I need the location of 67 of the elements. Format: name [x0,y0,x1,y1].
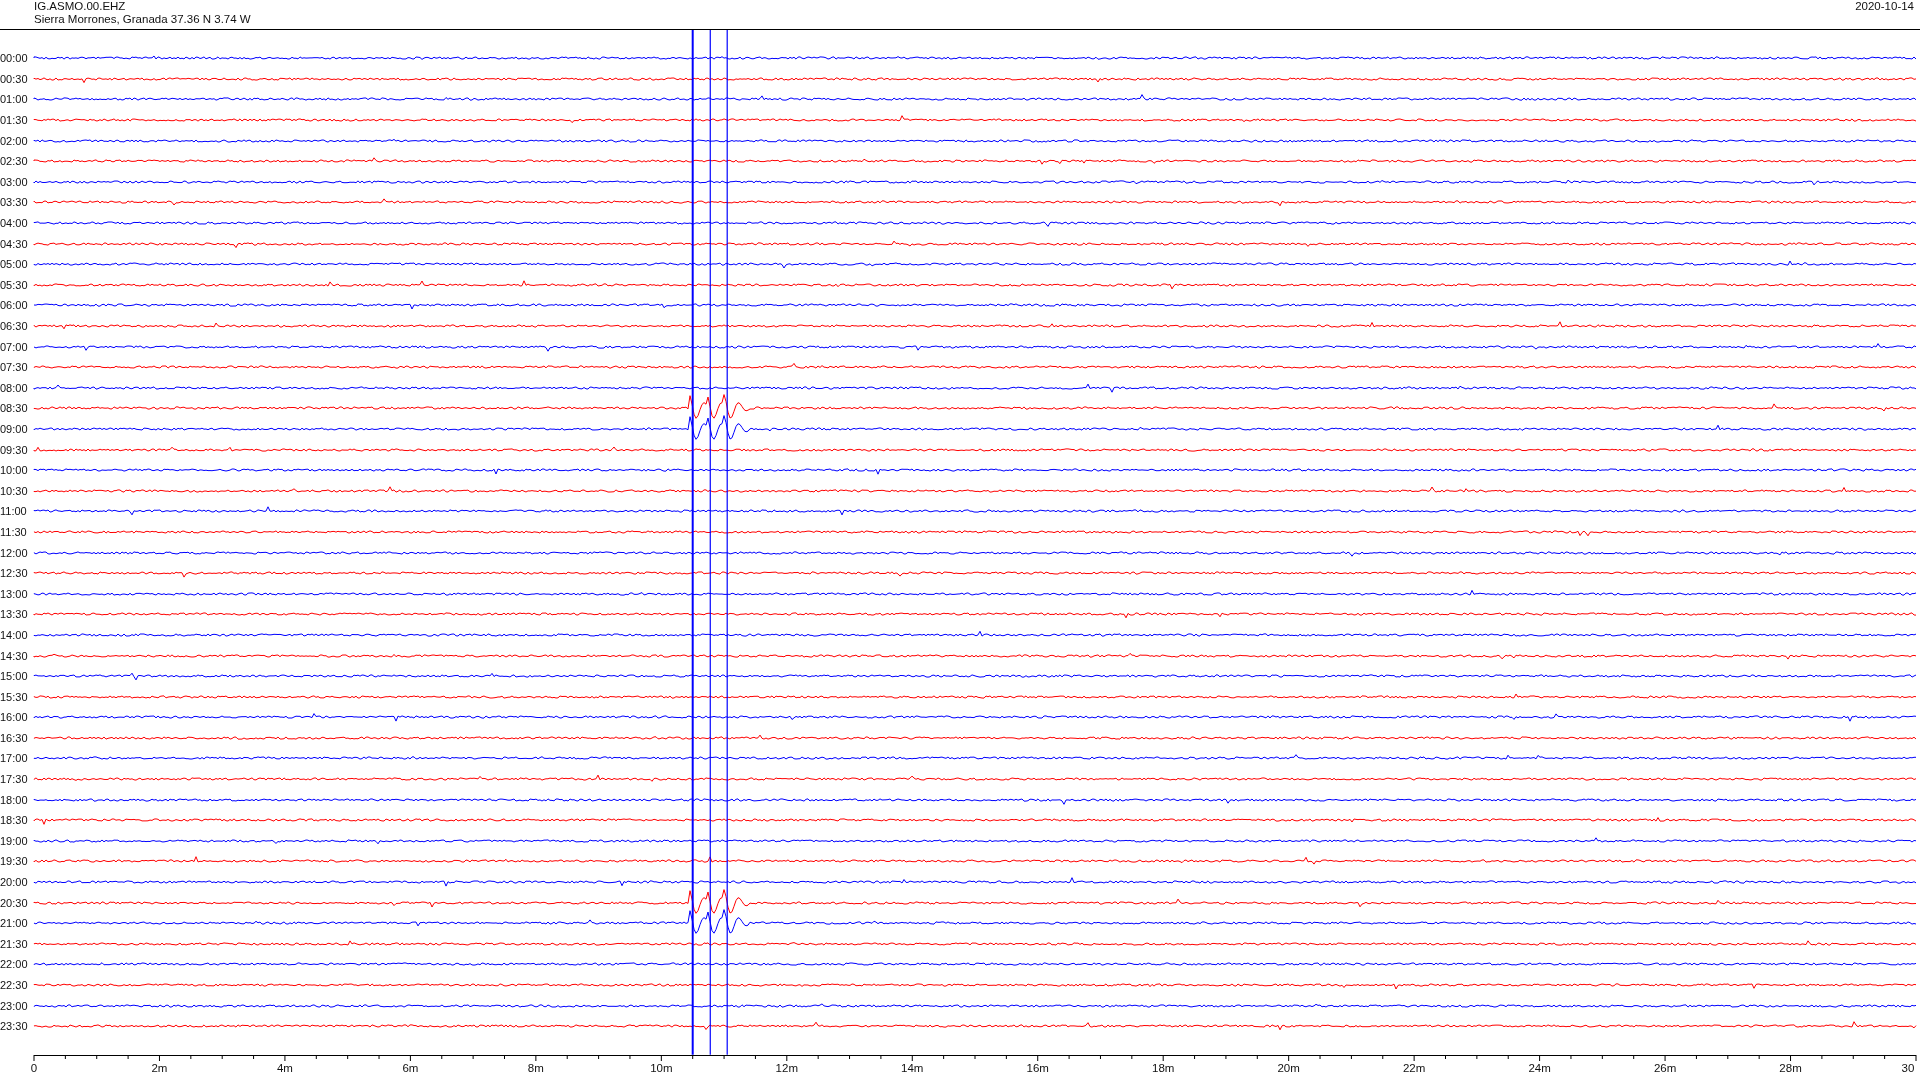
record-date: 2020-10-14 [1855,0,1914,14]
time-label: 04:30 [0,237,29,250]
time-label: 02:30 [0,155,29,168]
time-label: 05:30 [0,278,29,291]
time-label: 18:30 [0,814,29,827]
time-label: 16:00 [0,711,29,724]
time-label: 06:30 [0,320,29,332]
axis-tick-label: 10m [650,1061,673,1074]
time-label: 13:30 [0,608,29,621]
time-label: 01:30 [0,114,29,127]
time-label: 19:30 [0,855,29,868]
time-label: 17:30 [0,773,29,786]
time-label: 02:00 [0,134,29,147]
time-label: 21:00 [0,917,29,930]
time-label: 22:00 [0,958,29,971]
time-label: 19:00 [0,834,29,847]
time-label: 20:30 [0,896,29,909]
time-label: 21:30 [0,937,29,950]
axis-tick-label: 4m [276,1061,293,1074]
time-label: 08:00 [0,381,29,394]
axis-tick-label: 6m [402,1061,419,1074]
axis-tick-label: 18m [1152,1061,1175,1074]
station-location: Sierra Morrones, Granada 37.36 N 3.74 W [34,13,251,26]
time-label: 05:00 [0,258,29,271]
time-label: 13:00 [0,587,29,600]
time-label: 15:30 [0,690,29,703]
time-label: 15:00 [0,670,29,683]
axis-tick-label: 12m [775,1061,798,1074]
time-label: 20:00 [0,876,29,889]
time-label: 23:00 [0,999,29,1012]
time-label: 08:30 [0,402,29,415]
time-label: 01:00 [0,93,29,106]
time-label: 10:30 [0,484,29,497]
axis-tick-label: 0 [30,1061,38,1074]
time-label: 07:00 [0,340,29,353]
axis-tick-label: 22m [1402,1061,1426,1074]
time-label: 16:30 [0,731,29,744]
time-label: 00:30 [0,72,29,85]
axis-tick-label: 30 [1901,1061,1915,1074]
time-label: 11:00 [0,505,28,518]
station-code: IG.ASMO.00.EHZ [34,0,127,13]
axis-tick-label: 28m [1779,1061,1802,1074]
time-label: 17:00 [0,752,29,765]
time-label: 14:00 [0,628,29,641]
time-label: 18:00 [0,793,29,806]
axis-tick-label: 24m [1528,1061,1551,1074]
time-label: 14:30 [0,649,29,662]
axis-tick-label: 26m [1653,1061,1677,1074]
time-label: 00:00 [0,52,29,65]
axis-tick-label: 8m [527,1061,544,1074]
time-label: 07:30 [0,361,29,374]
time-label: 09:00 [0,423,29,435]
axis-tick-label: 20m [1277,1061,1300,1074]
time-label: 23:30 [0,1020,29,1033]
time-label: 03:00 [0,175,29,188]
time-label: 06:00 [0,299,29,312]
time-label: 12:30 [0,567,29,580]
time-label: 10:00 [0,464,29,477]
time-label: 22:30 [0,979,29,991]
time-label: 04:00 [0,217,29,230]
time-label: 11:30 [0,525,28,538]
axis-tick-label: 14m [901,1061,924,1074]
axis-tick-label: 16m [1026,1061,1049,1074]
time-label: 12:00 [0,546,29,559]
time-label: 09:30 [0,443,29,456]
time-label: 03:30 [0,196,29,209]
axis-tick-label: 2m [151,1061,168,1074]
